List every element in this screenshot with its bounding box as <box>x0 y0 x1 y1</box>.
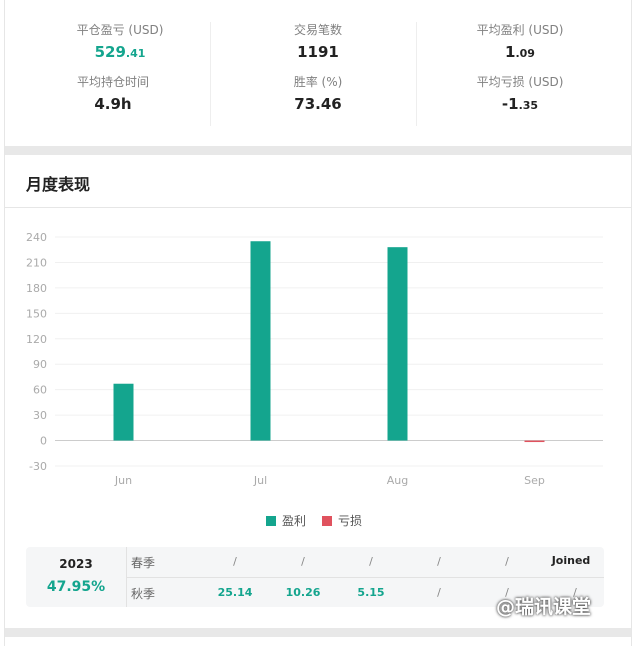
stat-label: 平均亏损 (USD) <box>476 75 564 89</box>
bar <box>250 241 271 441</box>
y-tick-label: -30 <box>29 460 47 473</box>
section-gap <box>5 146 631 155</box>
stat-trades: 交易笔数 1191 <box>223 22 413 63</box>
joined-label: Joined <box>551 554 591 567</box>
y-tick-label: 150 <box>26 307 47 320</box>
month-cell: / <box>301 555 305 568</box>
season-row: 春季 / / / / / Joined <box>127 547 604 578</box>
stats-panel: 平仓盈亏 (USD) 529.41 交易笔数 1191 平均盈利 (USD) 1… <box>5 0 631 146</box>
y-tick-label: 120 <box>26 333 47 346</box>
legend-swatch <box>322 515 333 526</box>
stat-avg-profit: 平均盈利 (USD) 1.09 <box>425 22 615 65</box>
legend-label: 盈利 <box>282 514 307 528</box>
divider <box>210 22 211 126</box>
stat-value: 4.9h <box>94 95 132 113</box>
stat-label: 胜率 (%) <box>293 75 343 89</box>
month-cell: / <box>233 555 237 568</box>
month-cell: / <box>437 586 441 599</box>
legend-label: 亏损 <box>338 514 363 528</box>
y-tick-label: 30 <box>33 409 47 422</box>
legend-swatch <box>266 515 276 526</box>
stat-value: 1.09 <box>505 43 535 61</box>
legend-item-profit[interactable]: 盈利 <box>266 512 306 529</box>
season-label: 秋季 <box>131 587 156 601</box>
month-cell: 10.26 <box>285 586 321 599</box>
monthly-bar-chart: 240 210 180 150 120 90 60 30 0 -30 Jun Jul Aug Sep <box>26 231 603 487</box>
y-tick-label: 90 <box>33 358 47 371</box>
x-tick-label: Sep <box>524 474 545 487</box>
year-label: 2023 <box>59 557 93 571</box>
y-tick-label: 0 <box>40 435 47 448</box>
watermark: @瑞讯课堂 <box>496 596 592 618</box>
bar <box>524 440 545 443</box>
month-cell: 5.15 <box>357 586 385 599</box>
y-tick-label: 60 <box>33 384 47 397</box>
chart-legend: 盈利 亏损 <box>266 512 362 529</box>
y-tick-label: 210 <box>26 256 47 269</box>
stat-value: -1.35 <box>501 95 539 113</box>
section-title: 月度表现 <box>26 175 91 194</box>
year-return: 47.95% <box>46 579 106 595</box>
y-tick-label: 180 <box>26 282 47 295</box>
stat-avg-hold: 平均持仓时间 4.9h <box>18 74 208 115</box>
x-tick-label: Aug <box>387 474 408 487</box>
stat-value: 1191 <box>297 43 339 61</box>
stat-label: 交易笔数 <box>293 23 342 37</box>
stat-value: 73.46 <box>294 95 342 113</box>
stat-label: 平均持仓时间 <box>76 75 149 89</box>
stat-label: 平仓盈亏 (USD) <box>76 23 164 37</box>
x-tick-label: Jul <box>253 474 267 487</box>
bar <box>387 247 408 441</box>
stat-win-rate: 胜率 (%) 73.46 <box>223 74 413 115</box>
monthly-header: 月度表现 <box>5 155 631 208</box>
legend-item-loss[interactable]: 亏损 <box>322 512 362 529</box>
divider <box>416 22 417 126</box>
stat-avg-loss: 平均亏损 (USD) -1.35 <box>425 74 615 117</box>
month-cell: 25.14 <box>217 586 253 599</box>
season-label: 春季 <box>131 556 156 570</box>
stat-value: 529.41 <box>94 43 146 61</box>
stat-closed-pnl: 平仓盈亏 (USD) 529.41 <box>25 22 215 65</box>
y-tick-label: 240 <box>26 231 47 244</box>
month-cell: / <box>369 555 373 568</box>
bar <box>113 383 134 441</box>
month-cell: / <box>505 555 509 568</box>
section-gap <box>5 628 631 637</box>
year-cell: 2023 47.95% <box>26 547 127 607</box>
x-tick-label: Jun <box>114 474 132 487</box>
right-border <box>631 0 632 646</box>
month-cell: / <box>437 555 441 568</box>
stat-label: 平均盈利 (USD) <box>476 23 564 37</box>
